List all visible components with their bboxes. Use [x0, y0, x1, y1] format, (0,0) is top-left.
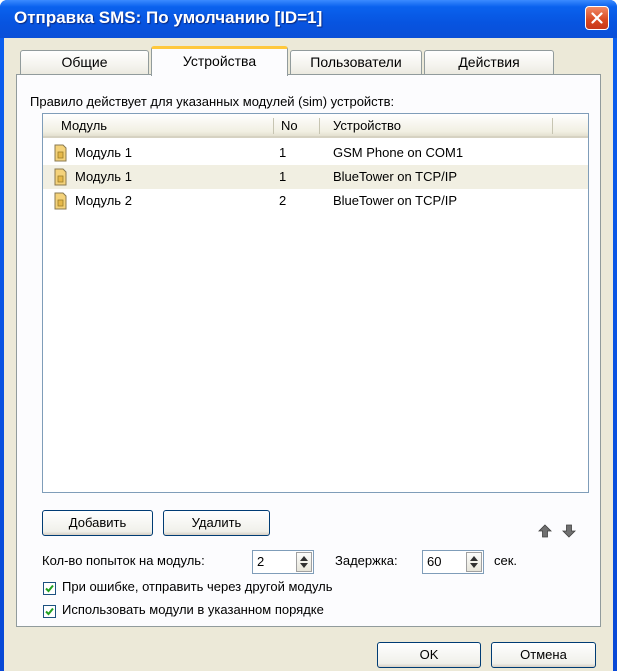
list-item[interactable]: Модуль 2 2 BlueTower on TCP/IP	[43, 189, 588, 213]
spin-updown-icon	[470, 556, 478, 568]
attempts-spinner[interactable]: 2	[252, 550, 314, 574]
dialog-window: Отправка SMS: По умолчанию [ID=1] Общие …	[0, 0, 617, 671]
module-no: 1	[279, 169, 287, 184]
spin-updown-button[interactable]	[296, 552, 312, 572]
remove-button[interactable]: Удалить	[163, 510, 270, 536]
tab-label: Пользователи	[310, 54, 402, 70]
module-no: 1	[279, 145, 287, 160]
device-name: BlueTower on TCP/IP	[333, 169, 458, 184]
column-divider[interactable]	[273, 118, 274, 134]
delay-value[interactable]: 60	[427, 554, 441, 569]
modules-list[interactable]: Модуль No Устройство Модуль 1 1 GSM Phon…	[42, 113, 589, 493]
spin-updown-icon	[300, 556, 308, 568]
tab-label: Устройства	[182, 53, 257, 69]
list-header: Модуль No Устройство	[43, 114, 588, 138]
arrow-down-icon[interactable]	[561, 523, 577, 539]
delay-unit: сек.	[494, 553, 518, 568]
sim-module-icon	[54, 192, 67, 210]
checkmark-icon	[45, 584, 54, 593]
sim-module-icon	[54, 168, 67, 186]
module-name: Модуль 2	[75, 193, 132, 208]
tab-users[interactable]: Пользователи	[290, 50, 422, 74]
use-order-checkbox[interactable]	[43, 605, 56, 618]
tab-label: Общие	[61, 54, 108, 70]
column-header-no[interactable]: No	[281, 118, 298, 133]
module-no: 2	[279, 193, 287, 208]
tab-general[interactable]: Общие	[20, 50, 149, 74]
column-divider[interactable]	[552, 118, 553, 134]
tab-actions[interactable]: Действия	[424, 50, 554, 74]
use-order-label[interactable]: Использовать модули в указанном порядке	[62, 602, 324, 617]
delay-label: Задержка:	[335, 553, 398, 568]
spin-updown-button[interactable]	[466, 552, 482, 572]
title-bar[interactable]: Отправка SMS: По умолчанию [ID=1]	[0, 0, 617, 38]
checkmark-icon	[45, 607, 54, 616]
column-divider[interactable]	[319, 118, 320, 134]
module-name: Модуль 1	[75, 145, 132, 160]
device-name: GSM Phone on COM1	[333, 145, 464, 160]
attempts-value[interactable]: 2	[257, 554, 264, 569]
ok-button[interactable]: OK	[377, 642, 481, 668]
column-header-module[interactable]: Модуль	[61, 118, 107, 133]
device-name: BlueTower on TCP/IP	[333, 193, 458, 208]
close-icon	[591, 12, 603, 24]
module-name: Модуль 1	[75, 169, 132, 184]
add-button[interactable]: Добавить	[42, 510, 153, 536]
arrow-up-icon[interactable]	[537, 523, 553, 539]
list-item[interactable]: Модуль 1 1 GSM Phone on COM1	[43, 141, 588, 165]
tab-label: Действия	[458, 54, 520, 70]
retry-other-module-checkbox[interactable]	[43, 582, 56, 595]
attempts-label: Кол-во попыток на модуль:	[42, 553, 205, 568]
list-item[interactable]: Модуль 1 1 BlueTower on TCP/IP	[43, 165, 588, 189]
tab-devices[interactable]: Устройства	[151, 46, 288, 76]
dialog-body: Общие Устройства Пользователи Действия П…	[4, 38, 613, 671]
window-title: Отправка SMS: По умолчанию [ID=1]	[14, 8, 323, 27]
rule-description: Правило действует для указанных модулей …	[30, 94, 395, 109]
sim-module-icon	[54, 144, 67, 162]
close-button[interactable]	[585, 6, 609, 30]
delay-spinner[interactable]: 60	[422, 550, 484, 574]
column-header-device[interactable]: Устройство	[333, 118, 401, 133]
retry-other-module-label[interactable]: При ошибке, отправить через другой модул…	[62, 579, 333, 594]
cancel-button[interactable]: Отмена	[491, 642, 596, 668]
